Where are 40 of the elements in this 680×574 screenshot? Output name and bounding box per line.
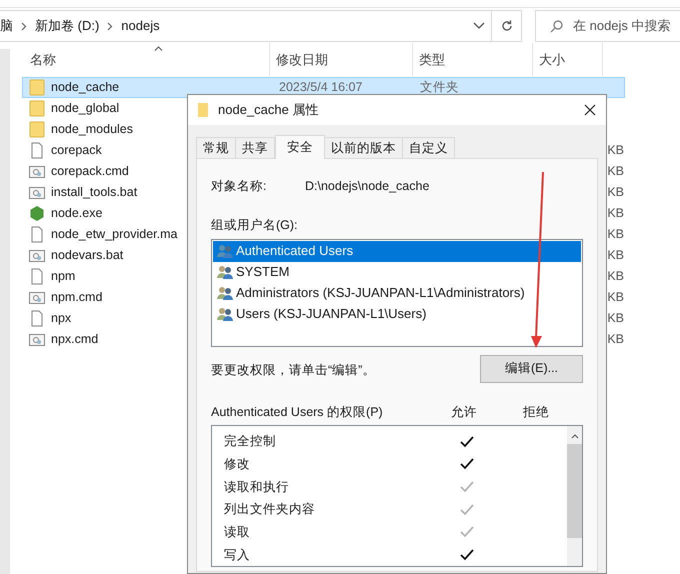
file-name: node_cache — [51, 79, 120, 96]
permissions-label: Authenticated Users 的权限(P) — [211, 404, 384, 421]
file-name: npm — [51, 268, 76, 286]
date-cell: 2023/5/4 16:07 — [279, 80, 362, 94]
file-name: node_global — [51, 100, 120, 118]
size-cell-text: KB — [607, 142, 624, 160]
column-header: 允许 — [451, 404, 478, 420]
size-cell-text: KB — [607, 268, 624, 286]
file-name: npx — [51, 310, 72, 328]
file-name: npx.cmd — [51, 331, 98, 348]
size-cell-text: KB — [607, 205, 624, 222]
size-cell-text: KB — [607, 289, 624, 306]
size-cell-text: KB — [607, 226, 624, 244]
search-placeholder: 在 nodejs 中搜索 — [573, 17, 671, 36]
size-cell-text: KB — [607, 247, 624, 264]
type-cell: 文件夹 — [420, 80, 459, 94]
file-name: node_modules — [51, 121, 134, 138]
file-name: corepack.cmd — [51, 163, 129, 180]
permission-name: 完全控制 — [223, 433, 277, 450]
file-name: nodevars.bat — [51, 247, 124, 264]
permission-name: 读取和执行 — [223, 478, 290, 496]
file-name: npm.cmd — [51, 289, 102, 306]
permission-name: 写入 — [223, 546, 251, 564]
file-name: corepack — [51, 142, 102, 160]
file-name: node_etw_provider.ma — [51, 226, 178, 244]
column-header: 拒绝 — [523, 404, 549, 420]
permission-name: 修改 — [223, 456, 251, 473]
permission-name: 列出文件夹内容 — [223, 501, 316, 518]
file-name: install_tools.bat — [51, 184, 138, 202]
size-cell-text: KB — [607, 310, 624, 328]
size-cell-text: KB — [607, 163, 624, 180]
object-label: 对象名称: — [211, 178, 268, 195]
object-path: D:\nodejs\node_cache — [305, 178, 430, 195]
permission-name: 读取 — [223, 524, 251, 541]
size-cell-text: KB — [607, 331, 624, 348]
groups-label: 组或用户名(G): — [211, 216, 299, 234]
file-name: node.exe — [51, 205, 102, 222]
edit-hint: 要更改权限，请单击“编辑”。 — [211, 362, 376, 378]
size-cell-text: KB — [607, 184, 624, 202]
window-title: node_cache 属性 — [218, 101, 320, 120]
